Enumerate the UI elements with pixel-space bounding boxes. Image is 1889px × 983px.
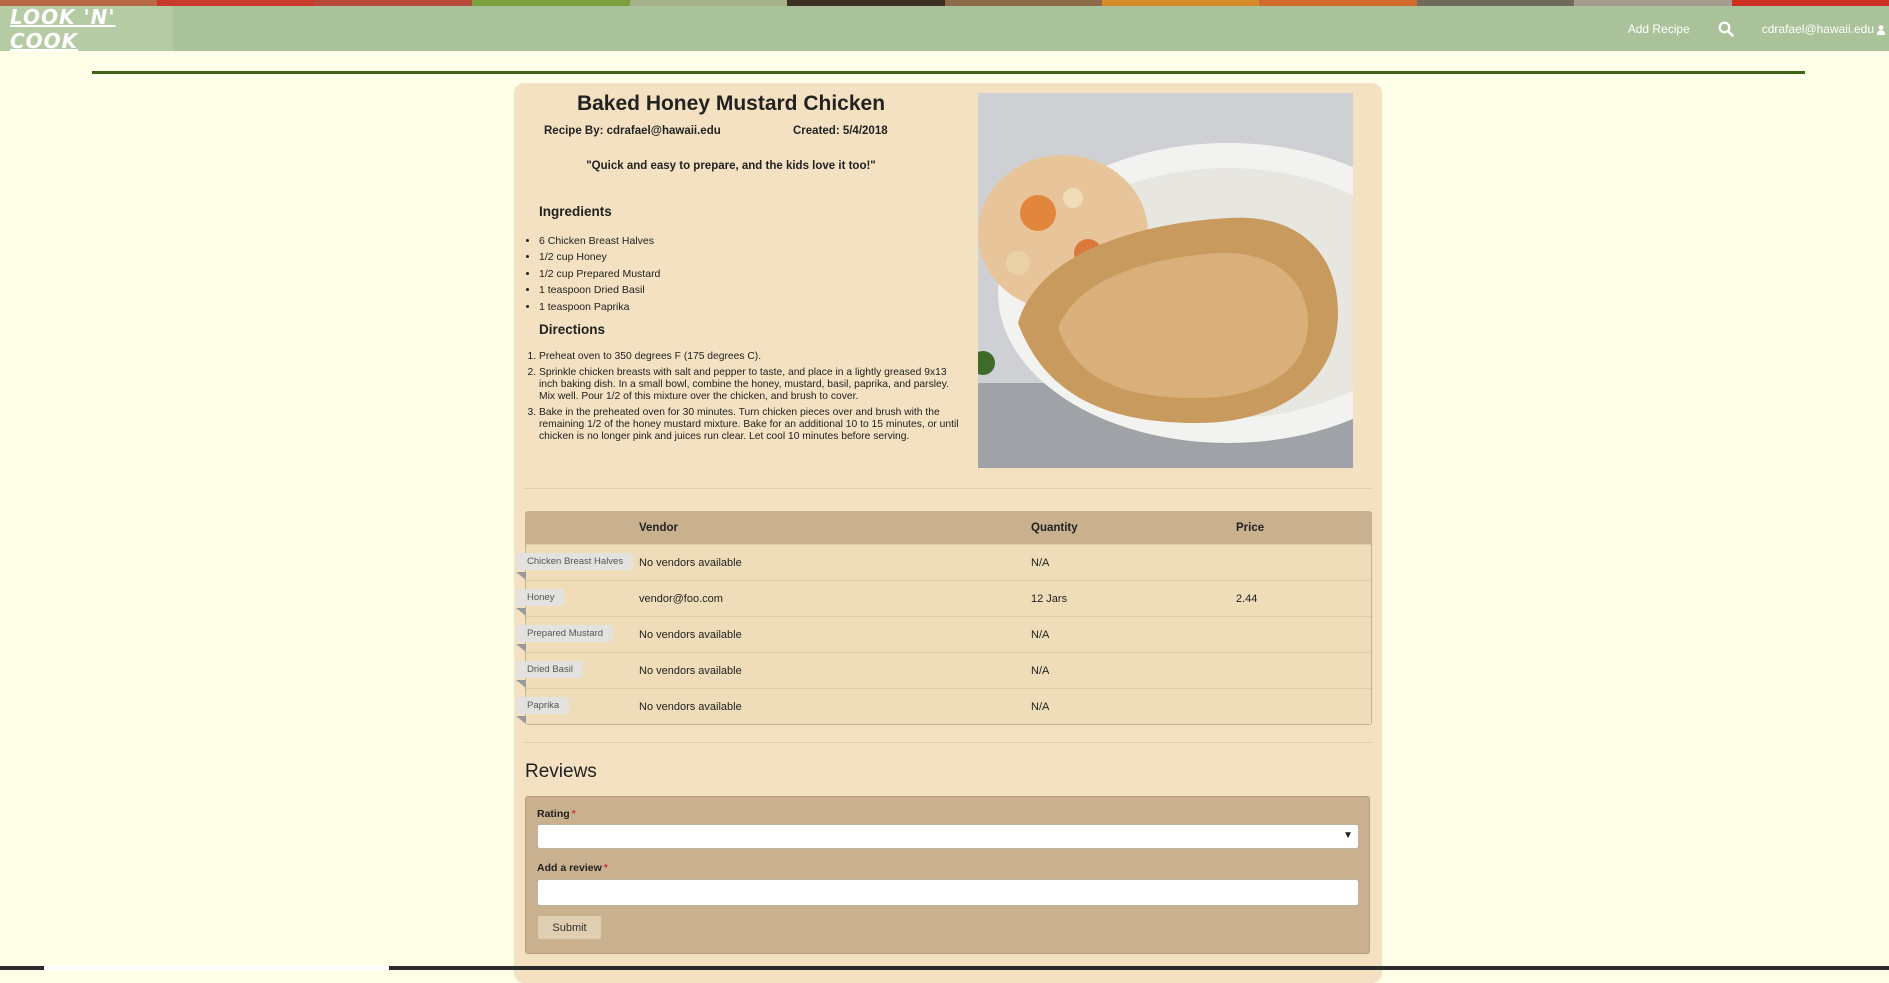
nav-menu: Add Recipe cdrafael@hawaii.edu <box>1628 6 1889 51</box>
directions-heading: Directions <box>539 322 606 337</box>
user-email: cdrafael@hawaii.edu <box>1761 21 1874 36</box>
table-row: Chicken Breast Halves No vendors availab… <box>516 544 1371 580</box>
ribbon-tail <box>516 644 526 652</box>
rating-label: Rating * <box>537 808 576 820</box>
required-marker: * <box>571 808 576 820</box>
ingredient-item: 1/2 cup Prepared Mustard <box>539 266 660 282</box>
vendor-cell: No vendors available <box>639 664 742 677</box>
search-icon[interactable] <box>1718 21 1734 37</box>
table-row: Honey vendor@foo.com 12 Jars 2.44 <box>516 580 1371 616</box>
user-icon <box>1877 24 1885 35</box>
ingredient-item: 1/2 cup Honey <box>539 249 660 265</box>
vendor-cell: vendor@foo.com <box>639 592 723 605</box>
direction-step: Preheat oven to 350 degrees F (175 degre… <box>539 351 959 363</box>
recipe-title: Baked Honey Mustard Chicken <box>576 92 886 115</box>
ingredients-list: 6 Chicken Breast Halves 1/2 cup Honey 1/… <box>514 233 660 315</box>
required-marker: * <box>603 862 608 874</box>
vendor-cell: No vendors available <box>639 700 742 713</box>
table-row: Prepared Mustard No vendors available N/… <box>516 616 1371 652</box>
ingredient-ribbon-label: Chicken Breast Halves <box>516 553 634 570</box>
rating-select[interactable]: ▼ <box>537 824 1359 849</box>
submit-button[interactable]: Submit <box>537 915 602 940</box>
reviews-heading: Reviews <box>525 761 597 782</box>
recipe-created-date: Created: 5/4/2018 <box>793 125 888 137</box>
add-recipe-link[interactable]: Add Recipe <box>1628 22 1690 36</box>
column-header-vendor: Vendor <box>639 522 678 534</box>
quantity-cell: 12 Jars <box>1031 592 1068 605</box>
ingredient-ribbon-label: Prepared Mustard <box>516 625 614 642</box>
scrollbar-thumb[interactable] <box>44 966 389 970</box>
ingredient-ribbon-label: Dried Basil <box>516 661 583 678</box>
table-row: Paprika No vendors available N/A <box>516 688 1371 724</box>
logo: LOOK 'N' COOK <box>10 4 116 53</box>
review-label: Add a review * <box>537 862 608 874</box>
ribbon-tail <box>516 716 526 724</box>
dropdown-caret-icon: ▼ <box>1343 830 1353 841</box>
logo-link[interactable]: LOOK 'N' COOK <box>0 4 173 53</box>
column-header-quantity: Quantity <box>1031 522 1078 534</box>
header-divider <box>92 71 1805 74</box>
recipe-card: Baked Honey Mustard Chicken Recipe By: c… <box>514 83 1382 983</box>
quantity-cell: N/A <box>1031 700 1050 713</box>
ingredients-heading: Ingredients <box>539 204 612 219</box>
direction-step: Bake in the preheated oven for 30 minute… <box>539 407 959 443</box>
user-menu[interactable]: cdrafael@hawaii.edu <box>1762 22 1885 36</box>
ingredient-item: 1 teaspoon Dried Basil <box>539 282 660 298</box>
navbar: LOOK 'N' COOK Add Recipe cdrafael@hawaii… <box>0 4 1889 53</box>
section-divider <box>524 742 1372 743</box>
directions-list: Preheat oven to 350 degrees F (175 degre… <box>514 351 959 447</box>
vendor-cell: No vendors available <box>639 556 742 569</box>
review-input[interactable] <box>537 879 1359 906</box>
ingredient-item: 1 teaspoon Paprika <box>539 299 660 315</box>
ribbon-tail <box>516 680 526 688</box>
table-row: Dried Basil No vendors available N/A <box>516 652 1371 688</box>
quantity-cell: N/A <box>1031 556 1050 569</box>
ingredient-ribbon-label: Paprika <box>516 697 570 714</box>
recipe-image <box>978 93 1353 468</box>
direction-step: Sprinkle chicken breasts with salt and p… <box>539 367 959 403</box>
price-cell: 2.44 <box>1236 592 1258 605</box>
section-divider <box>524 488 1372 489</box>
vendor-table: Vendor Quantity Price Chicken Breast Hal… <box>516 511 1372 725</box>
ingredient-item: 6 Chicken Breast Halves <box>539 233 660 249</box>
vendor-cell: No vendors available <box>639 628 742 641</box>
ribbon-tail <box>516 608 526 616</box>
ingredient-ribbon-label: Honey <box>516 589 565 606</box>
vendor-table-header: Vendor Quantity Price <box>526 512 1371 544</box>
column-header-price: Price <box>1236 522 1265 534</box>
ribbon-tail <box>516 572 526 580</box>
review-form: Rating * ▼ Add a review * Submit <box>525 796 1370 954</box>
quantity-cell: N/A <box>1031 664 1050 677</box>
recipe-description: "Quick and easy to prepare, and the kids… <box>586 160 876 172</box>
recipe-author: Recipe By: cdrafael@hawaii.edu <box>544 125 721 137</box>
quantity-cell: N/A <box>1031 628 1050 641</box>
